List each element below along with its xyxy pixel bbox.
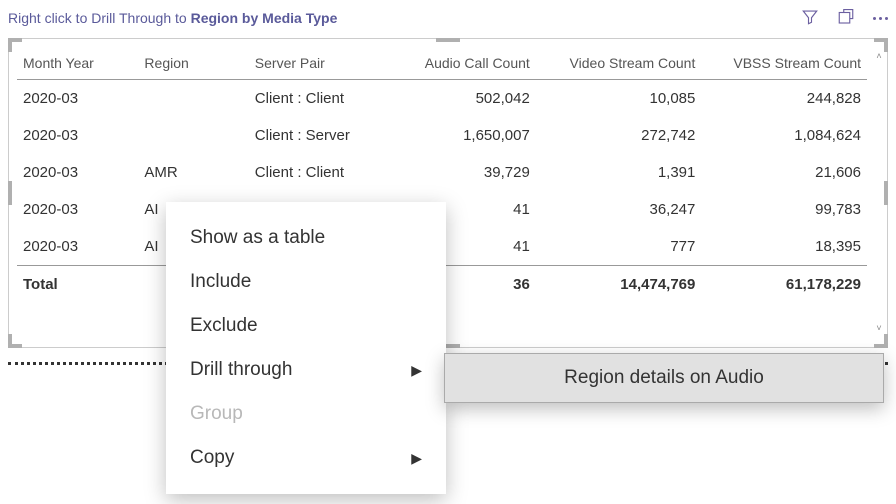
cell-video: 10,085	[536, 80, 702, 118]
cell-audio: 502,042	[392, 80, 536, 118]
menu-show-as-table[interactable]: Show as a table	[166, 216, 446, 260]
chevron-right-icon: ▶	[411, 362, 422, 379]
cell-month: 2020-03	[17, 117, 138, 154]
submenu-region-details-audio[interactable]: Region details on Audio	[445, 354, 883, 402]
menu-label: Include	[190, 271, 251, 293]
hint-text: Right click to Drill Through to Region b…	[8, 10, 337, 26]
menu-group: Group	[166, 392, 446, 436]
resize-handle-br[interactable]	[874, 334, 888, 348]
chevron-right-icon: ▶	[411, 450, 422, 467]
cell-audio: 39,729	[392, 154, 536, 191]
total-label: Total	[17, 266, 138, 304]
scroll-down-icon[interactable]: ˅	[874, 323, 884, 335]
cell-vbss: 18,395	[701, 228, 867, 266]
menu-label: Copy	[190, 447, 234, 469]
cell-region	[138, 117, 248, 154]
visual-frame[interactable]: Month Year Region Server Pair Audio Call…	[8, 38, 888, 348]
more-options-icon[interactable]	[873, 17, 888, 20]
total-video: 14,474,769	[536, 266, 702, 304]
drill-through-submenu: Region details on Audio	[444, 353, 884, 403]
menu-label: Show as a table	[190, 227, 325, 249]
cell-month: 2020-03	[17, 80, 138, 118]
header-bar: Right click to Drill Through to Region b…	[0, 0, 896, 32]
col-vbss[interactable]: VBSS Stream Count	[701, 47, 867, 80]
cell-vbss: 21,606	[701, 154, 867, 191]
col-video[interactable]: Video Stream Count	[536, 47, 702, 80]
cell-video: 777	[536, 228, 702, 266]
cell-server: Client : Server	[249, 117, 393, 154]
table-row[interactable]: 2020-03 AMR Client : Client 39,729 1,391…	[17, 154, 867, 191]
menu-exclude[interactable]: Exclude	[166, 304, 446, 348]
hint-bold: Region by Media Type	[191, 10, 338, 26]
cell-region	[138, 80, 248, 118]
menu-drill-through[interactable]: Drill through ▶	[166, 348, 446, 392]
resize-handle-left[interactable]	[8, 181, 12, 205]
visual-actions	[801, 8, 888, 29]
cell-video: 1,391	[536, 154, 702, 191]
hint-prefix: Right click to Drill Through to	[8, 10, 191, 26]
focus-mode-icon[interactable]	[837, 8, 855, 29]
table-row[interactable]: 2020-03 Client : Client 502,042 10,085 2…	[17, 80, 867, 118]
col-server-pair[interactable]: Server Pair	[249, 47, 393, 80]
cell-video: 36,247	[536, 191, 702, 228]
table-row[interactable]: 2020-03 Client : Server 1,650,007 272,74…	[17, 117, 867, 154]
scroll-up-icon[interactable]: ˄	[874, 51, 884, 63]
total-vbss: 61,178,229	[701, 266, 867, 304]
context-menu: Show as a table Include Exclude Drill th…	[166, 202, 446, 494]
cell-region: AMR	[138, 154, 248, 191]
cell-vbss: 99,783	[701, 191, 867, 228]
table-header-row: Month Year Region Server Pair Audio Call…	[17, 47, 867, 80]
menu-label: Group	[190, 403, 243, 425]
cell-month: 2020-03	[17, 228, 138, 266]
col-audio[interactable]: Audio Call Count	[392, 47, 536, 80]
vertical-scrollbar[interactable]: ˄ ˅	[874, 51, 884, 335]
menu-label: Drill through	[190, 359, 292, 381]
col-month-year[interactable]: Month Year	[17, 47, 138, 80]
resize-handle-tr[interactable]	[874, 38, 888, 52]
menu-include[interactable]: Include	[166, 260, 446, 304]
resize-handle-top[interactable]	[436, 38, 460, 42]
cell-audio: 1,650,007	[392, 117, 536, 154]
cell-server: Client : Client	[249, 80, 393, 118]
col-region[interactable]: Region	[138, 47, 248, 80]
submenu-label: Region details on Audio	[564, 367, 764, 388]
menu-copy[interactable]: Copy ▶	[166, 436, 446, 480]
menu-label: Exclude	[190, 315, 258, 337]
cell-vbss: 244,828	[701, 80, 867, 118]
cell-month: 2020-03	[17, 191, 138, 228]
cell-month: 2020-03	[17, 154, 138, 191]
filter-icon[interactable]	[801, 8, 819, 29]
resize-handle-right[interactable]	[884, 181, 888, 205]
cell-server: Client : Client	[249, 154, 393, 191]
cell-vbss: 1,084,624	[701, 117, 867, 154]
cell-video: 272,742	[536, 117, 702, 154]
